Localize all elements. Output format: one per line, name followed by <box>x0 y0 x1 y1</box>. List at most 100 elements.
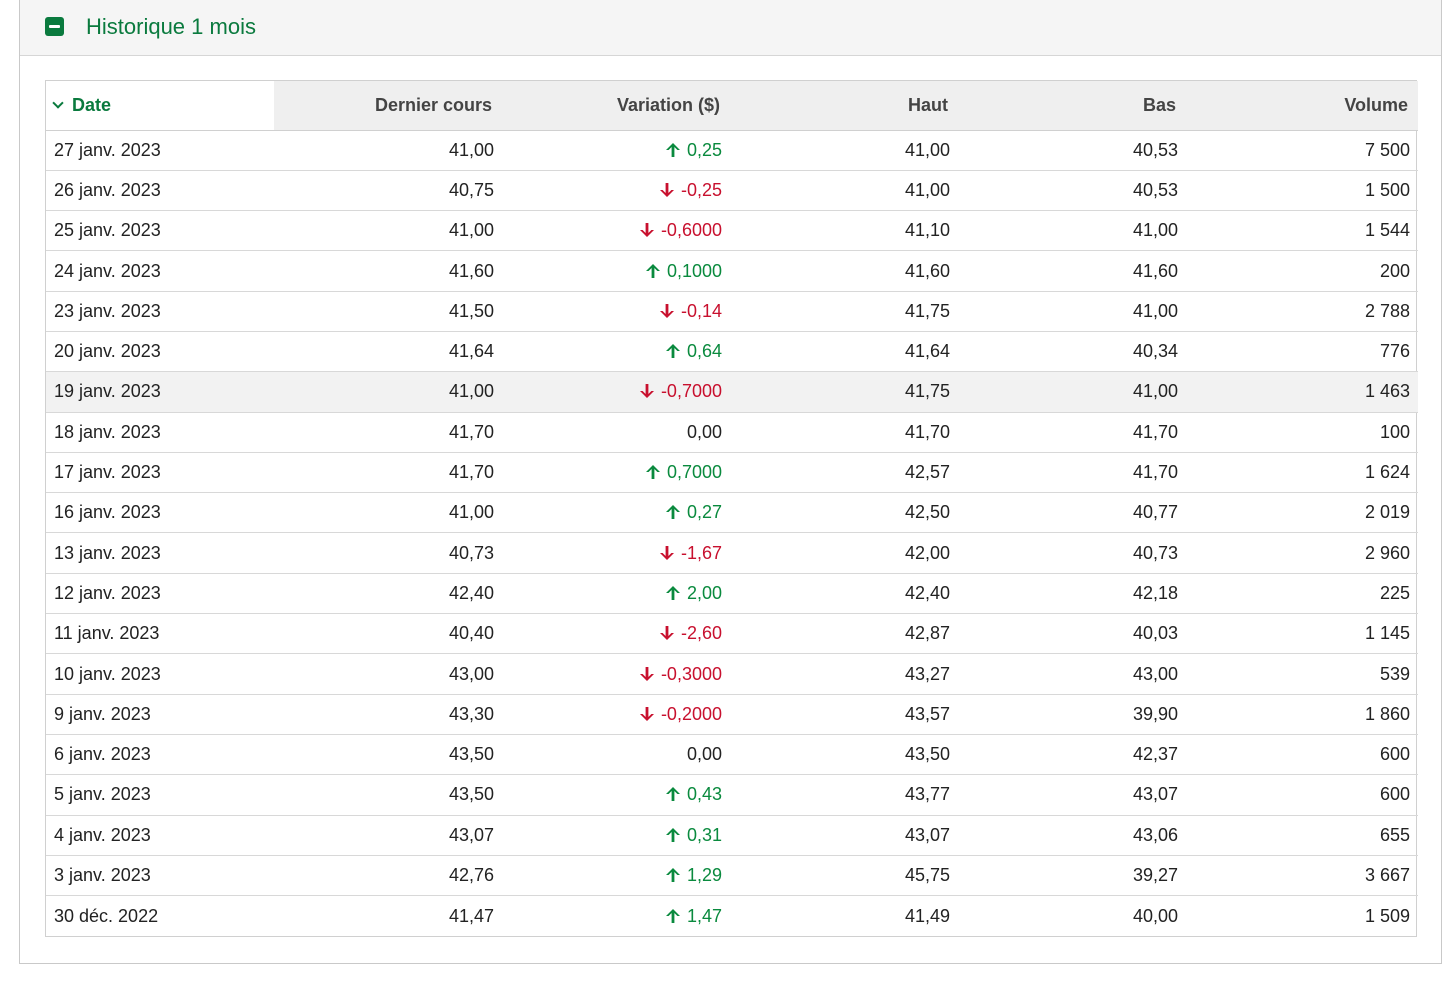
arrow-down-icon <box>659 543 681 563</box>
cell-date: 9 janv. 2023 <box>46 694 274 735</box>
cell-change: -0,14 <box>502 291 730 332</box>
arrow-up-icon <box>665 784 687 804</box>
arrow-down-icon <box>659 301 681 321</box>
cell-low: 41,60 <box>958 250 1186 292</box>
change-value: 0,64 <box>686 341 722 362</box>
change-value: 1,47 <box>686 905 722 926</box>
cell-low: 41,00 <box>958 371 1186 413</box>
cell-volume: 2 019 <box>1186 492 1418 534</box>
table-row: 25 janv. 2023 41,00 -0,6000 41,10 41,00 1 544 <box>46 210 1418 252</box>
cell-volume: 776 <box>1186 331 1418 373</box>
cell-high: 43,07 <box>730 815 958 856</box>
history-panel: Historique 1 mois Date Dernier cours Var… <box>19 0 1442 964</box>
cell-close: 42,76 <box>274 855 502 897</box>
cell-change: -0,2000 <box>502 694 730 735</box>
cell-volume: 1 145 <box>1186 613 1418 655</box>
cell-low: 43,00 <box>958 653 1186 695</box>
arrow-up-icon <box>665 865 687 885</box>
cell-date: 26 janv. 2023 <box>46 170 274 212</box>
cell-high: 41,70 <box>730 412 958 453</box>
cell-low: 40,03 <box>958 613 1186 655</box>
cell-high: 42,57 <box>730 452 958 494</box>
change-value: 0,31 <box>686 824 722 845</box>
table-body: 27 janv. 2023 41,00 0,25 41,00 40,53 7 500 26 … <box>46 130 1418 936</box>
column-header-volume[interactable]: Volume <box>1186 81 1418 131</box>
cell-close: 41,00 <box>274 492 502 534</box>
cell-high: 41,10 <box>730 210 958 252</box>
cell-high: 43,77 <box>730 774 958 816</box>
cell-close: 40,73 <box>274 532 502 574</box>
cell-high: 42,87 <box>730 613 958 655</box>
cell-close: 40,40 <box>274 613 502 655</box>
table-row: 9 janv. 2023 43,30 -0,2000 43,57 39,90 1 860 <box>46 694 1418 735</box>
arrow-down-icon <box>639 381 661 401</box>
change-value: -2,60 <box>680 623 722 644</box>
cell-close: 40,75 <box>274 170 502 212</box>
cell-close: 41,64 <box>274 331 502 373</box>
table-row: 16 janv. 2023 41,00 0,27 42,50 40,77 2 019 <box>46 492 1418 534</box>
cell-date: 3 janv. 2023 <box>46 855 274 897</box>
cell-change: -0,7000 <box>502 371 730 413</box>
change-value: -0,25 <box>680 179 722 200</box>
cell-close: 43,50 <box>274 734 502 776</box>
cell-date: 24 janv. 2023 <box>46 250 274 292</box>
cell-volume: 225 <box>1186 573 1418 615</box>
change-value: -0,7000 <box>660 381 722 402</box>
column-header-close[interactable]: Dernier cours <box>274 81 502 131</box>
cell-volume: 1 544 <box>1186 210 1418 252</box>
cell-change: 0,1000 <box>502 250 730 292</box>
cell-volume: 2 788 <box>1186 291 1418 332</box>
arrow-down-icon <box>639 704 661 724</box>
collapse-minus-icon[interactable] <box>45 17 64 36</box>
cell-high: 41,00 <box>730 130 958 171</box>
cell-change: 1,29 <box>502 855 730 897</box>
table-row: 19 janv. 2023 41,00 -0,7000 41,75 41,00 1 463 <box>46 371 1418 413</box>
cell-high: 42,00 <box>730 532 958 574</box>
cell-volume: 2 960 <box>1186 532 1418 574</box>
cell-close: 41,47 <box>448 905 494 926</box>
cell-date: 16 janv. 2023 <box>46 492 274 534</box>
column-header-date[interactable]: Date <box>46 81 274 131</box>
cell-date: 10 janv. 2023 <box>46 653 274 695</box>
cell-low: 41,70 <box>958 452 1186 494</box>
table-row: 23 janv. 2023 41,50 -0,14 41,75 41,00 2 788 <box>46 291 1418 332</box>
table-row: 5 janv. 2023 43,50 0,43 43,77 43,07 600 <box>46 774 1418 816</box>
cell-change: 0,7000 <box>502 452 730 494</box>
cell-close: 41,00 <box>274 210 502 252</box>
table-row: 27 janv. 2023 41,00 0,25 41,00 40,53 7 500 <box>46 130 1418 171</box>
cell-volume: 1 860 <box>1186 694 1418 735</box>
chevron-down-icon <box>52 97 64 109</box>
table-row: 13 janv. 2023 40,73 -1,67 42,00 40,73 2 960 <box>46 532 1418 574</box>
table-row: 11 janv. 2023 40,40 -2,60 42,87 40,03 1 145 <box>46 613 1418 655</box>
cell-high: 41,00 <box>730 170 958 212</box>
change-value: -0,14 <box>680 300 722 321</box>
cell-close: 43,00 <box>274 653 502 695</box>
cell-volume: 200 <box>1186 250 1418 292</box>
cell-high: 43,50 <box>730 734 958 776</box>
cell-change: -1,67 <box>502 532 730 574</box>
panel-header-toggle[interactable]: Historique 1 mois <box>20 0 1441 56</box>
arrow-up-icon <box>665 502 687 522</box>
cell-high: 43,57 <box>730 694 958 735</box>
cell-change: -0,25 <box>502 170 730 212</box>
arrow-up-icon <box>645 462 667 482</box>
table-row: 17 janv. 2023 41,70 0,7000 42,57 41,70 1 624 <box>46 452 1418 494</box>
arrow-down-icon <box>639 220 661 240</box>
table-row: 20 janv. 2023 41,64 0,64 41,64 40,34 776 <box>46 331 1418 373</box>
cell-change: 0,31 <box>502 815 730 856</box>
cell-low: 39,27 <box>958 855 1186 897</box>
cell-low: 41,70 <box>958 412 1186 453</box>
cell-high: 45,75 <box>730 855 958 897</box>
column-header-change[interactable]: Variation ($) <box>502 81 730 131</box>
cell-high: 41,60 <box>730 250 958 292</box>
table-row: 30 déc. 2022 41,47 1,47 41,49 40,00 1 509 <box>46 896 1418 936</box>
column-header-low[interactable]: Bas <box>958 81 1186 131</box>
table-row: 12 janv. 2023 42,40 2,00 42,40 42,18 225 <box>46 573 1418 615</box>
cell-volume: 1 624 <box>1186 452 1418 494</box>
cell-low: 39,90 <box>958 694 1186 735</box>
cell-low: 41,00 <box>958 210 1186 252</box>
column-header-high[interactable]: Haut <box>730 81 958 131</box>
cell-date: 30 déc. 2022 <box>54 905 159 926</box>
arrow-up-icon <box>665 341 687 361</box>
arrow-up-icon <box>665 825 687 845</box>
